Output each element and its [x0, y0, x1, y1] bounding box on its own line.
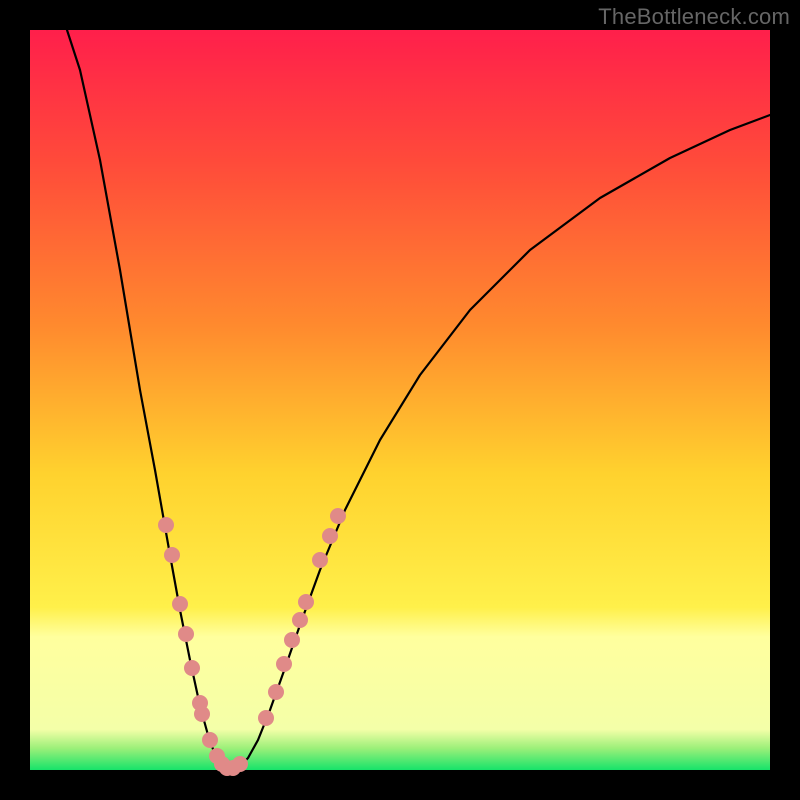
marker-dot: [322, 528, 338, 544]
marker-dot: [232, 756, 248, 772]
marker-dot: [184, 660, 200, 676]
marker-dot: [298, 594, 314, 610]
marker-dot: [178, 626, 194, 642]
chart-svg: [0, 0, 800, 800]
marker-dot: [330, 508, 346, 524]
marker-dot: [158, 517, 174, 533]
marker-dot: [268, 684, 284, 700]
marker-dot: [284, 632, 300, 648]
marker-dot: [258, 710, 274, 726]
marker-dot: [276, 656, 292, 672]
marker-dot: [194, 706, 210, 722]
chart-frame: TheBottleneck.com: [0, 0, 800, 800]
watermark-text: TheBottleneck.com: [598, 4, 790, 30]
marker-dot: [202, 732, 218, 748]
marker-dot: [312, 552, 328, 568]
marker-dot: [172, 596, 188, 612]
marker-dot: [292, 612, 308, 628]
marker-dot: [164, 547, 180, 563]
